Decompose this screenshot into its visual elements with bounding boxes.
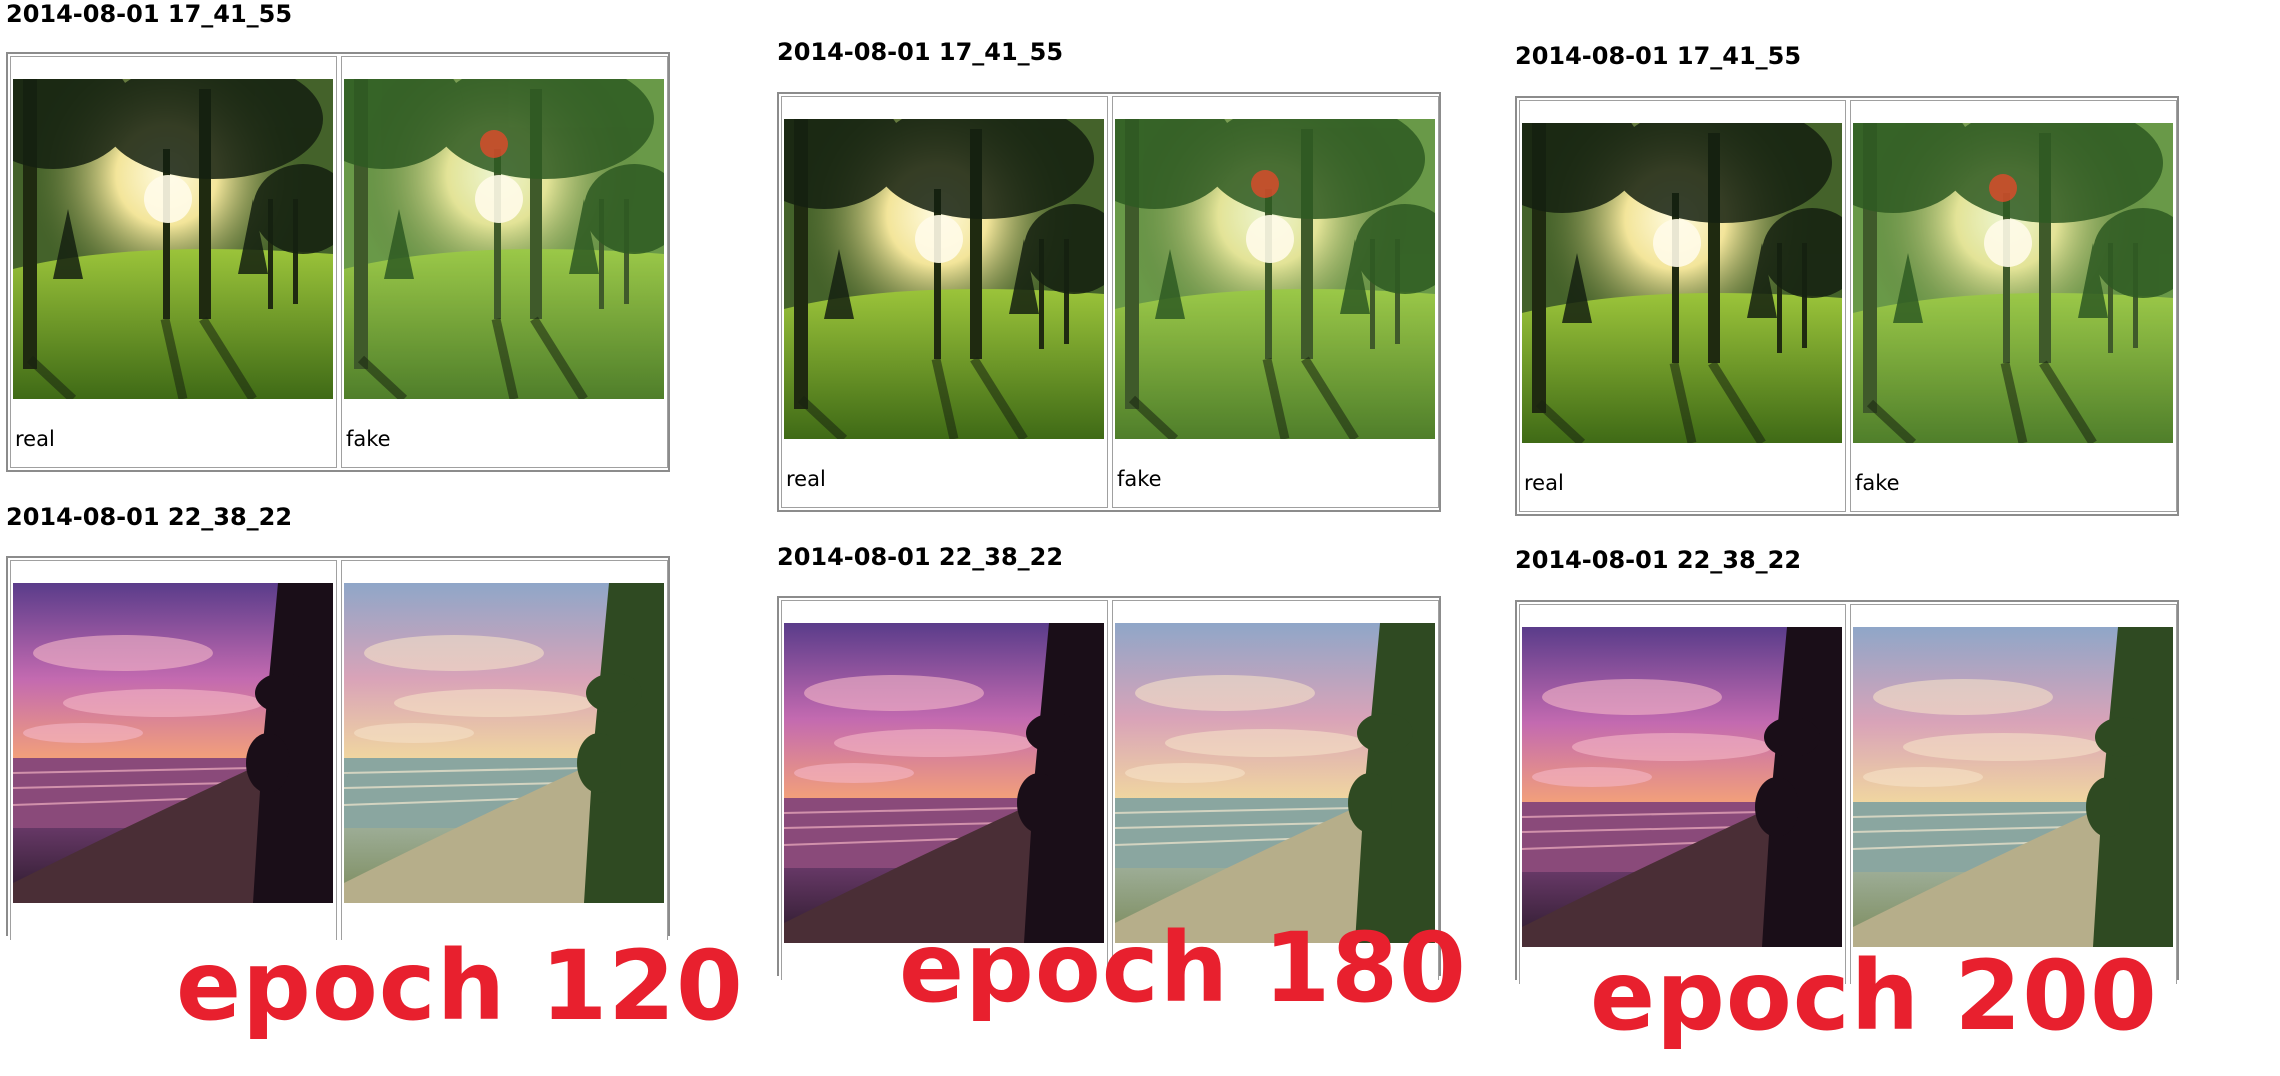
fake-image: [344, 583, 664, 903]
panel-epoch-120: 2014-08-01 17_41_55 real fake 2014-08-01…: [6, 0, 743, 1042]
fake-cell: fake: [341, 56, 668, 468]
fake-image: [1853, 627, 2173, 947]
row-timestamp: 2014-08-01 22_38_22: [777, 543, 1064, 571]
image-table: real fake: [6, 52, 670, 472]
fake-image: [1115, 623, 1435, 943]
real-cell: [1519, 604, 1846, 984]
fake-cell: fake: [1850, 100, 2177, 512]
real-cell: [10, 560, 337, 940]
real-image: [13, 583, 333, 903]
real-image: [13, 79, 333, 399]
epoch-label: epoch 200: [1590, 940, 2158, 1052]
fake-cell: [1850, 604, 2177, 984]
image-table: real fake: [777, 92, 1441, 512]
real-image: [1522, 123, 1842, 443]
real-image: [784, 623, 1104, 943]
image-table: real fake: [1515, 96, 2179, 516]
row-timestamp: 2014-08-01 17_41_55: [1515, 42, 1802, 70]
fake-caption: fake: [346, 427, 391, 451]
real-cell: real: [781, 96, 1108, 508]
image-table: [1515, 600, 2179, 984]
real-image: [784, 119, 1104, 439]
fake-caption: fake: [1117, 467, 1162, 491]
epoch-label: epoch 120: [176, 930, 744, 1042]
real-caption: real: [786, 467, 826, 491]
real-cell: real: [10, 56, 337, 468]
panel-epoch-180: 2014-08-01 17_41_55 real fake 2014-08-01…: [777, 0, 1477, 1024]
real-caption: real: [15, 427, 55, 451]
row-timestamp: 2014-08-01 17_41_55: [777, 38, 1064, 66]
row-timestamp: 2014-08-01 22_38_22: [6, 503, 293, 531]
real-cell: real: [1519, 100, 1846, 512]
epoch-label: epoch 180: [899, 912, 1467, 1024]
fake-caption: fake: [1855, 471, 1900, 495]
fake-image: [1853, 123, 2173, 443]
fake-cell: [341, 560, 668, 940]
fake-cell: fake: [1112, 96, 1439, 508]
row-timestamp: 2014-08-01 22_38_22: [1515, 546, 1802, 574]
real-caption: real: [1524, 471, 1564, 495]
real-image: [1522, 627, 1842, 947]
fake-image: [344, 79, 664, 399]
panel-epoch-200: 2014-08-01 17_41_55 real fake 2014-08-01…: [1515, 0, 2215, 1052]
row-timestamp: 2014-08-01 17_41_55: [6, 0, 293, 28]
fake-image: [1115, 119, 1435, 439]
image-table: [6, 556, 670, 940]
